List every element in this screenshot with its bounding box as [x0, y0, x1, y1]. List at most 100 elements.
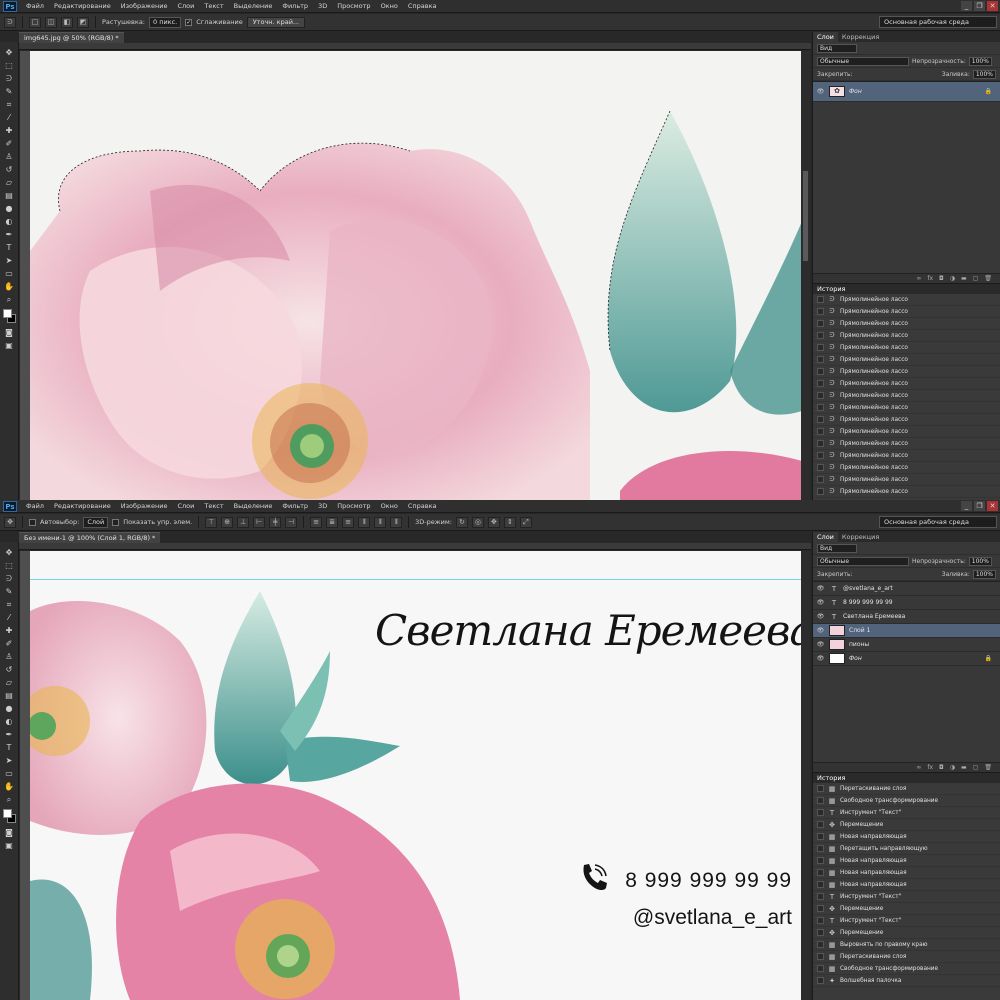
history-snapshot-checkbox[interactable]: [817, 392, 824, 399]
trash-icon[interactable]: 🗑: [984, 274, 992, 283]
brush-tool-icon[interactable]: ✐: [2, 637, 16, 650]
history-snapshot-checkbox[interactable]: [817, 356, 824, 363]
history-item[interactable]: ᕭ Прямолинейное лассо: [813, 402, 1000, 414]
move-tool-icon[interactable]: ✥: [4, 516, 16, 528]
opacity-input[interactable]: 100%: [968, 556, 992, 566]
history-item[interactable]: T Инструмент "Текст": [813, 891, 1000, 903]
distribute-left-icon[interactable]: ⦀: [358, 516, 371, 528]
menu-5[interactable]: Текст: [199, 502, 228, 510]
document-tab[interactable]: Без имени-1 @ 100% (Слой 1, RGB/8) *: [19, 532, 161, 543]
menu-4[interactable]: Слои: [172, 2, 199, 10]
menu-2[interactable]: Редактирование: [49, 502, 116, 510]
folder-icon[interactable]: ▬: [961, 274, 967, 283]
menu-3[interactable]: Изображение: [116, 502, 173, 510]
history-snapshot-checkbox[interactable]: [817, 476, 824, 483]
history-snapshot-checkbox[interactable]: [817, 893, 824, 900]
vertical-scrollbar[interactable]: [801, 51, 810, 500]
autoselect-checkbox[interactable]: [29, 518, 36, 526]
layer-item[interactable]: 👁 T 8 999 999 99 99: [813, 596, 1000, 610]
history-item[interactable]: ▦ Новая направляющая: [813, 831, 1000, 843]
align-left-icon[interactable]: ⊢: [253, 516, 266, 528]
menu-9[interactable]: Просмотр: [332, 502, 375, 510]
history-snapshot-checkbox[interactable]: [817, 953, 824, 960]
menu-1[interactable]: Файл: [21, 502, 49, 510]
quick-select-icon[interactable]: ✎: [2, 585, 16, 598]
eye-icon[interactable]: 👁: [816, 88, 825, 95]
healing-brush-icon[interactable]: ✚: [2, 624, 16, 637]
folder-icon[interactable]: ▬: [961, 763, 967, 772]
history-item[interactable]: ᕭ Прямолинейное лассо: [813, 330, 1000, 342]
blend-mode-select[interactable]: Обычные: [817, 556, 909, 566]
blur-tool-icon[interactable]: ●: [2, 202, 16, 215]
document-canvas[interactable]: Светлана Еремеева 8 999 999 99 99 @svetl…: [20, 551, 810, 1000]
history-snapshot-checkbox[interactable]: [817, 881, 824, 888]
history-snapshot-checkbox[interactable]: [817, 344, 824, 351]
minimize-icon[interactable]: _: [961, 1, 972, 11]
menu-7[interactable]: Фильтр: [277, 502, 313, 510]
crop-tool-icon[interactable]: ⌗: [2, 598, 16, 611]
history-item[interactable]: ᕭ Прямолинейное лассо: [813, 378, 1000, 390]
fx-icon[interactable]: fx: [927, 763, 933, 772]
history-snapshot-checkbox[interactable]: [817, 488, 824, 495]
kind-filter-select[interactable]: Вид: [817, 43, 857, 53]
distribute-top-icon[interactable]: ≡: [310, 516, 323, 528]
shape-tool-icon[interactable]: ▭: [2, 767, 16, 780]
history-snapshot-checkbox[interactable]: [817, 404, 824, 411]
fill-input[interactable]: 100%: [972, 569, 996, 579]
zoom-tool-icon[interactable]: ⌕: [2, 793, 16, 806]
history-snapshot-checkbox[interactable]: [817, 368, 824, 375]
document-tab[interactable]: img645.jpg @ 50% (RGB/8) *: [19, 32, 124, 43]
history-item[interactable]: ✥ Перемещение: [813, 903, 1000, 915]
layer-item[interactable]: 👁 Слой 1: [813, 624, 1000, 638]
menu-10[interactable]: Окно: [376, 2, 403, 10]
history-item[interactable]: ᕭ Прямолинейное лассо: [813, 414, 1000, 426]
menu-11[interactable]: Справка: [403, 2, 442, 10]
history-snapshot-checkbox[interactable]: [817, 332, 824, 339]
minimize-icon[interactable]: _: [961, 501, 972, 511]
stamp-tool-icon[interactable]: ♙: [2, 150, 16, 163]
history-item[interactable]: ▦ Перетаскивание слоя: [813, 951, 1000, 963]
lasso-tool-icon[interactable]: ᕭ: [2, 572, 16, 585]
mask-icon[interactable]: ◘: [939, 763, 944, 772]
quick-mask-icon[interactable]: ◙: [2, 826, 16, 839]
add-selection-icon[interactable]: ◫: [45, 16, 57, 28]
autoselect-select[interactable]: Слой: [83, 516, 109, 528]
layer-item[interactable]: 👁 Фон 🔒: [813, 652, 1000, 666]
history-item[interactable]: ▦ Перетаскивание слоя: [813, 783, 1000, 795]
document-canvas[interactable]: [20, 51, 810, 500]
history-snapshot-checkbox[interactable]: [817, 428, 824, 435]
history-item[interactable]: ▦ Перетащить направляющую: [813, 843, 1000, 855]
drag3d-icon[interactable]: ✥: [487, 516, 500, 528]
type-tool-icon[interactable]: T: [2, 741, 16, 754]
history-item[interactable]: ᕭ Прямолинейное лассо: [813, 474, 1000, 486]
eyedropper-icon[interactable]: ⁄: [2, 111, 16, 124]
rotate3d-icon[interactable]: ↻: [455, 516, 468, 528]
align-bottom-icon[interactable]: ⊥: [237, 516, 250, 528]
show-controls-checkbox[interactable]: [112, 518, 120, 526]
move-tool-icon[interactable]: ✥: [2, 546, 16, 559]
marquee-tool-icon[interactable]: ⬚: [2, 559, 16, 572]
feather-input[interactable]: 0 пикс.: [149, 16, 182, 28]
menu-5[interactable]: Текст: [199, 2, 228, 10]
history-brush-icon[interactable]: ↺: [2, 663, 16, 676]
watercolor-artwork[interactable]: [30, 51, 802, 500]
layer-item[interactable]: 👁 ✿ Фон 🔒: [813, 82, 1000, 102]
history-item[interactable]: ᕭ Прямолинейное лассо: [813, 438, 1000, 450]
trash-icon[interactable]: 🗑: [984, 763, 992, 772]
align-right-icon[interactable]: ⊣: [285, 516, 298, 528]
history-item[interactable]: ▦ Новая направляющая: [813, 855, 1000, 867]
history-item[interactable]: ✥ Перемещение: [813, 819, 1000, 831]
color-swatches[interactable]: [3, 309, 16, 323]
history-snapshot-checkbox[interactable]: [817, 929, 824, 936]
refine-edge-button[interactable]: Уточн. край...: [246, 16, 306, 28]
adjustment-icon[interactable]: ◑: [950, 763, 955, 772]
history-item[interactable]: ▦ Новая направляющая: [813, 879, 1000, 891]
fill-input[interactable]: 100%: [972, 69, 996, 79]
workspace-select[interactable]: Основная рабочая среда: [879, 516, 997, 528]
close-icon[interactable]: ✕: [987, 1, 998, 11]
history-snapshot-checkbox[interactable]: [817, 380, 824, 387]
history-snapshot-checkbox[interactable]: [817, 821, 824, 828]
tab-adjustments[interactable]: Коррекция: [838, 32, 883, 42]
history-item[interactable]: ᕭ Прямолинейное лассо: [813, 462, 1000, 474]
hand-tool-icon[interactable]: ✋: [2, 780, 16, 793]
